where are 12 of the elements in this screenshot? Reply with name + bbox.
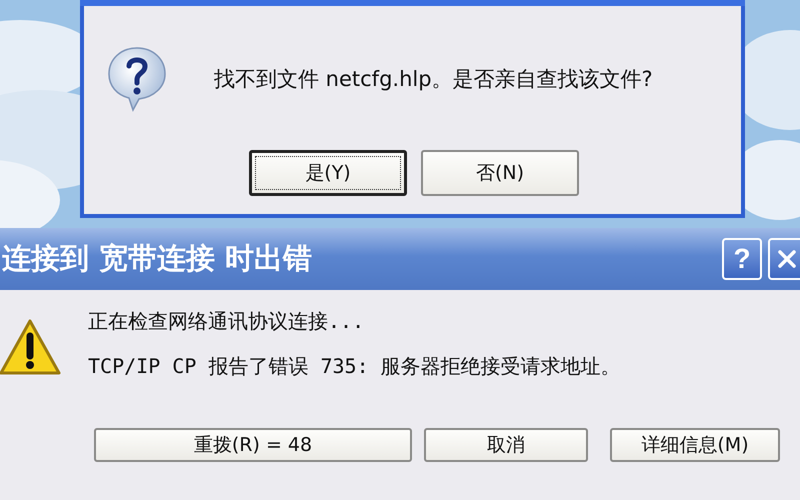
close-button[interactable] (768, 238, 800, 280)
dialog-button[interactable]: 是(Y) (249, 150, 407, 196)
message-text: 找不到文件 netcfg.hlp。是否亲自查找该文件? (214, 66, 653, 93)
dialog-button[interactable]: 取消 (424, 428, 588, 462)
question-icon (106, 46, 168, 112)
close-icon (777, 249, 797, 269)
dialog-button[interactable]: 否(N) (421, 150, 579, 196)
message-text: TCP/IP CP 报告了错误 735: 服务器拒绝接受请求地址。 (88, 353, 621, 380)
message-text: 正在检查网络通讯协议连接... (88, 308, 366, 335)
dialog-button[interactable]: 详细信息(M) (610, 428, 780, 462)
dialog-button[interactable]: 重拨(R) = 48 (94, 428, 412, 462)
window-title: 连接到 宽带连接 时出错 (2, 240, 314, 277)
